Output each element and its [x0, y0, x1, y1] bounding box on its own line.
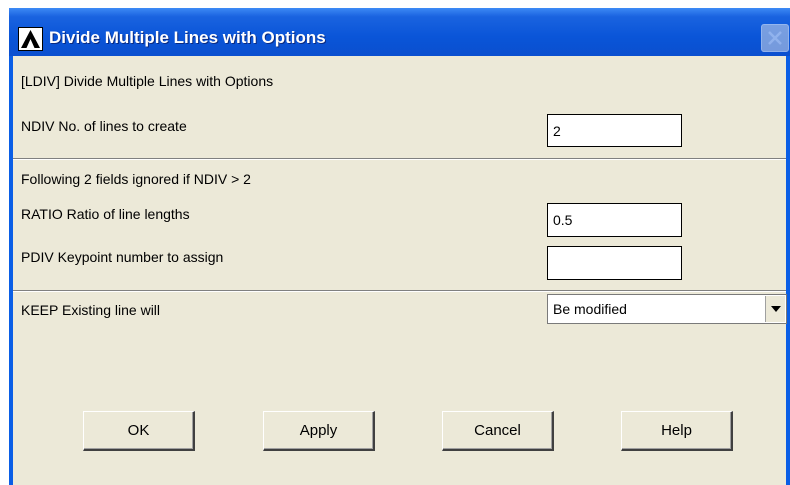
cancel-button[interactable]: Cancel — [442, 411, 554, 451]
window-title: Divide Multiple Lines with Options — [49, 28, 326, 47]
separator — [13, 158, 786, 160]
ratio-input[interactable] — [547, 203, 682, 237]
keep-label: KEEP Existing line will — [21, 302, 161, 318]
keep-selected-value: Be modified — [553, 301, 627, 317]
ndiv-label: NDIV No. of lines to create — [21, 118, 187, 134]
chevron-down-icon — [770, 306, 781, 312]
dialog-body: [LDIV] Divide Multiple Lines with Option… — [13, 56, 787, 485]
keep-dropdown[interactable]: Be modified — [547, 294, 787, 324]
close-button[interactable] — [761, 24, 789, 52]
command-header: [LDIV] Divide Multiple Lines with Option… — [21, 73, 274, 89]
pdiv-label: PDIV Keypoint number to assign — [21, 249, 224, 265]
pdiv-input[interactable] — [547, 246, 682, 280]
title-bar[interactable]: Divide Multiple Lines with Options — [9, 8, 790, 56]
dropdown-arrow-button[interactable] — [765, 296, 785, 322]
ansys-logo-icon — [18, 27, 43, 51]
ok-button[interactable]: OK — [83, 411, 195, 451]
separator — [13, 290, 786, 292]
close-icon — [768, 31, 782, 45]
dialog-window: Divide Multiple Lines with Options [LDIV… — [9, 8, 790, 485]
ndiv-input[interactable] — [547, 114, 682, 147]
help-button[interactable]: Help — [621, 411, 733, 451]
ratio-label: RATIO Ratio of line lengths — [21, 206, 190, 222]
ignored-note: Following 2 fields ignored if NDIV > 2 — [21, 171, 251, 187]
apply-button[interactable]: Apply — [263, 411, 375, 451]
